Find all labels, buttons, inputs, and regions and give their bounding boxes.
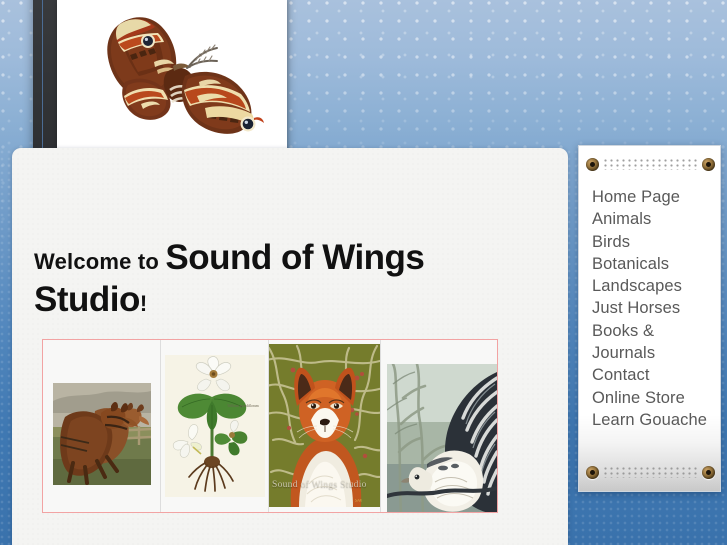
grouse-painting	[387, 364, 497, 512]
svg-text:Trillium grandiflorum: Trillium grandiflorum	[227, 404, 259, 408]
sidebar-item-books-and-journals[interactable]: Books & Journals	[592, 320, 714, 365]
sidebar-item-contact[interactable]: Contact	[592, 364, 714, 386]
gallery-image-horses	[53, 383, 151, 485]
featured-gallery: Trillium grandiflorum SW Sound of Wings …	[42, 339, 498, 513]
trillium-botanical-plate: Trillium grandiflorum	[165, 355, 265, 497]
gallery-image-grouse	[387, 364, 497, 512]
perforation-pattern-top	[604, 158, 697, 170]
page-title: Welcome to Sound of Wings Studio!	[34, 237, 524, 320]
gallery-image-trillium: Trillium grandiflorum	[165, 355, 265, 497]
sidebar-item-just-horses[interactable]: Just Horses	[592, 297, 714, 319]
welcome-suffix: !	[139, 290, 148, 316]
fox-painting: SW	[269, 344, 380, 507]
sidebar-nav-list: Home Page Animals Birds Botanicals Lands…	[592, 186, 714, 431]
gallery-item-horses[interactable]	[43, 340, 161, 512]
plaque-top-bar	[579, 149, 722, 179]
main-content-panel: Welcome to Sound of Wings Studio! Trilli…	[12, 148, 568, 545]
screw-icon-top-right	[702, 157, 715, 171]
gallery-item-trillium[interactable]: Trillium grandiflorum	[161, 340, 269, 512]
screw-icon-top-left	[586, 157, 599, 171]
gallery-item-fox[interactable]: SW Sound of Wings Studio	[269, 340, 381, 512]
gallery-image-fox: SW	[269, 344, 380, 507]
sidebar-item-online-store[interactable]: Online Store	[592, 387, 714, 409]
gallery-item-grouse[interactable]	[381, 340, 497, 512]
screw-icon-bottom-left	[586, 465, 599, 479]
sidebar-nav-plaque: Home Page Animals Birds Botanicals Lands…	[578, 145, 721, 492]
sidebar-item-animals[interactable]: Animals	[592, 208, 714, 230]
sidebar-item-learn-gouache[interactable]: Learn Gouache	[592, 409, 714, 431]
plaque-bottom-bar	[579, 457, 722, 487]
screw-icon-bottom-right	[702, 465, 715, 479]
page-root: Welcome to Sound of Wings Studio! Trilli…	[0, 0, 727, 545]
welcome-prefix: Welcome to	[34, 249, 160, 275]
sidebar-item-botanicals[interactable]: Botanicals	[592, 253, 714, 275]
sidebar-item-birds[interactable]: Birds	[592, 231, 714, 253]
horses-painting	[53, 383, 151, 485]
svg-text:SW: SW	[355, 499, 363, 504]
sidebar-item-landscapes[interactable]: Landscapes	[592, 275, 714, 297]
sidebar-item-home-page[interactable]: Home Page	[592, 186, 714, 208]
perforation-pattern-bottom	[604, 466, 697, 478]
